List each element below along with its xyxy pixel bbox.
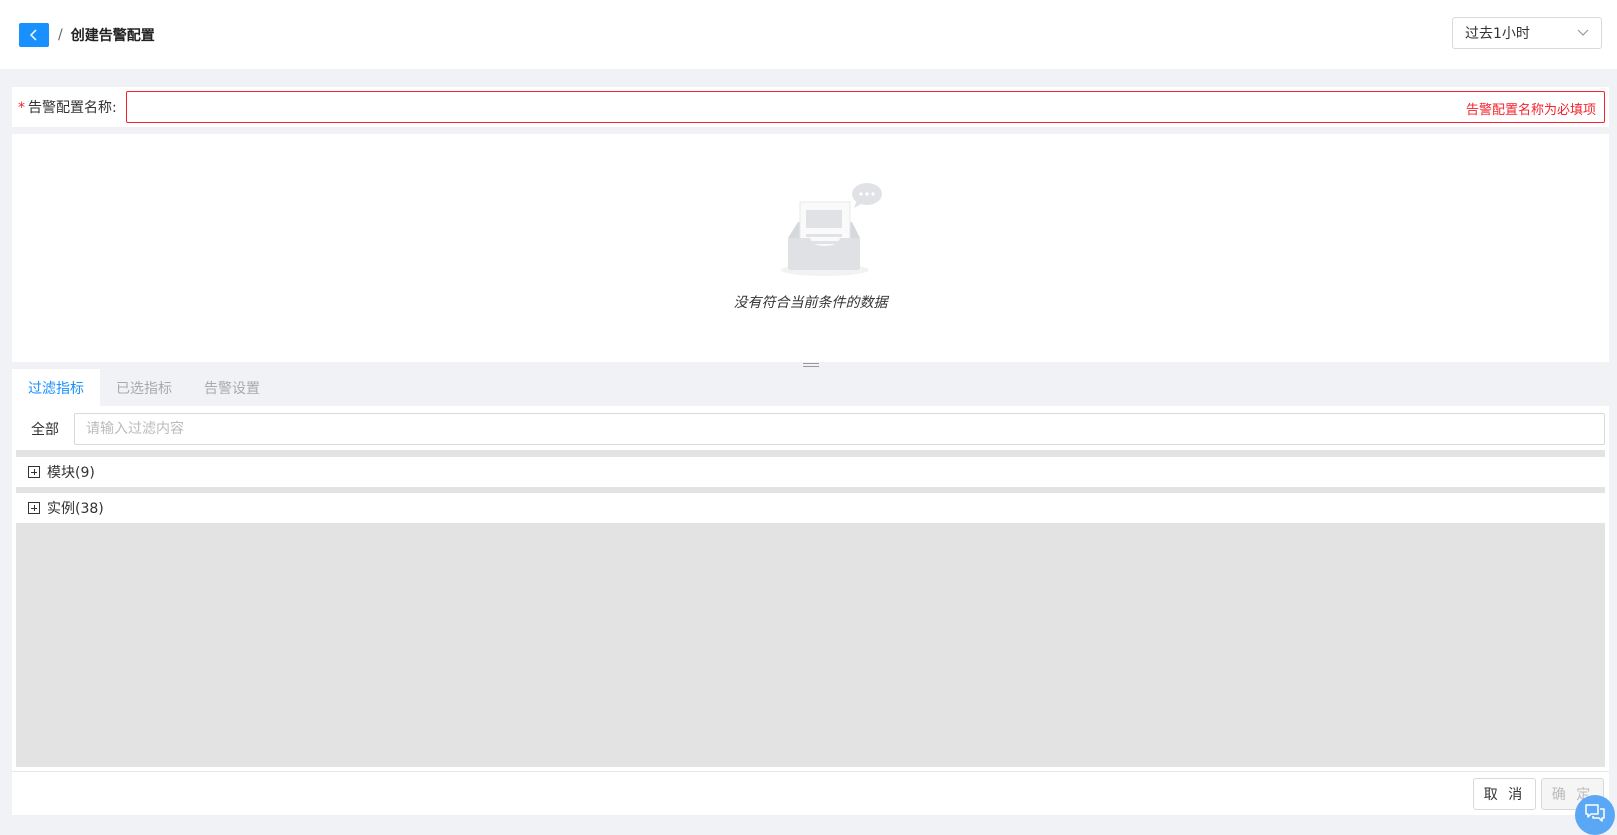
breadcrumb-separator: / xyxy=(58,26,63,43)
chevron-down-icon xyxy=(1577,29,1589,36)
config-name-label: * 告警配置名称: xyxy=(12,97,126,117)
tree-node-label: 实例(38) xyxy=(47,501,104,517)
empty-state-message: 没有符合当前条件的数据 xyxy=(733,295,888,311)
required-mark: * xyxy=(18,100,25,116)
filter-scope-label[interactable]: 全部 xyxy=(31,419,59,439)
chat-icon xyxy=(1585,804,1605,822)
tab-filter-metrics[interactable]: 过滤指标 xyxy=(12,369,100,406)
chevron-left-icon xyxy=(29,28,37,41)
empty-inbox-icon xyxy=(781,183,882,276)
time-range-value: 过去1小时 xyxy=(1465,26,1530,42)
metrics-panel: 全部 模块(9) 实例(38) 取 消 确 定 xyxy=(12,406,1609,815)
back-button[interactable] xyxy=(19,22,49,47)
metric-tree: 模块(9) 实例(38) xyxy=(16,450,1605,767)
plus-square-icon[interactable] xyxy=(28,502,40,514)
tab-selected-metrics[interactable]: 已选指标 xyxy=(100,369,188,406)
tree-node-modules[interactable]: 模块(9) xyxy=(16,457,1605,487)
page-title: 创建告警配置 xyxy=(70,27,155,44)
config-name-label-text: 告警配置名称: xyxy=(28,100,117,116)
cancel-button[interactable]: 取 消 xyxy=(1473,778,1536,810)
filter-row: 全部 xyxy=(12,413,1609,445)
chat-button[interactable] xyxy=(1575,795,1615,835)
empty-state-panel: 没有符合当前条件的数据 xyxy=(12,134,1609,362)
panel-resize-handle[interactable] xyxy=(803,363,819,368)
footer-divider xyxy=(12,771,1609,772)
config-name-error: 告警配置名称为必填项 xyxy=(1465,103,1596,118)
metric-tabs: 过滤指标 已选指标 告警设置 xyxy=(12,369,276,406)
tab-alert-settings[interactable]: 告警设置 xyxy=(188,369,276,406)
time-range-select[interactable]: 过去1小时 xyxy=(1452,17,1602,49)
page-header: / 创建告警配置 过去1小时 xyxy=(0,0,1617,69)
tree-node-label: 模块(9) xyxy=(47,465,95,481)
config-name-input[interactable]: 告警配置名称为必填项 xyxy=(126,91,1605,123)
config-name-row: * 告警配置名称: 告警配置名称为必填项 xyxy=(12,87,1609,127)
tree-node-instances[interactable]: 实例(38) xyxy=(16,493,1605,523)
plus-square-icon[interactable] xyxy=(28,466,40,478)
filter-input[interactable] xyxy=(74,413,1605,445)
